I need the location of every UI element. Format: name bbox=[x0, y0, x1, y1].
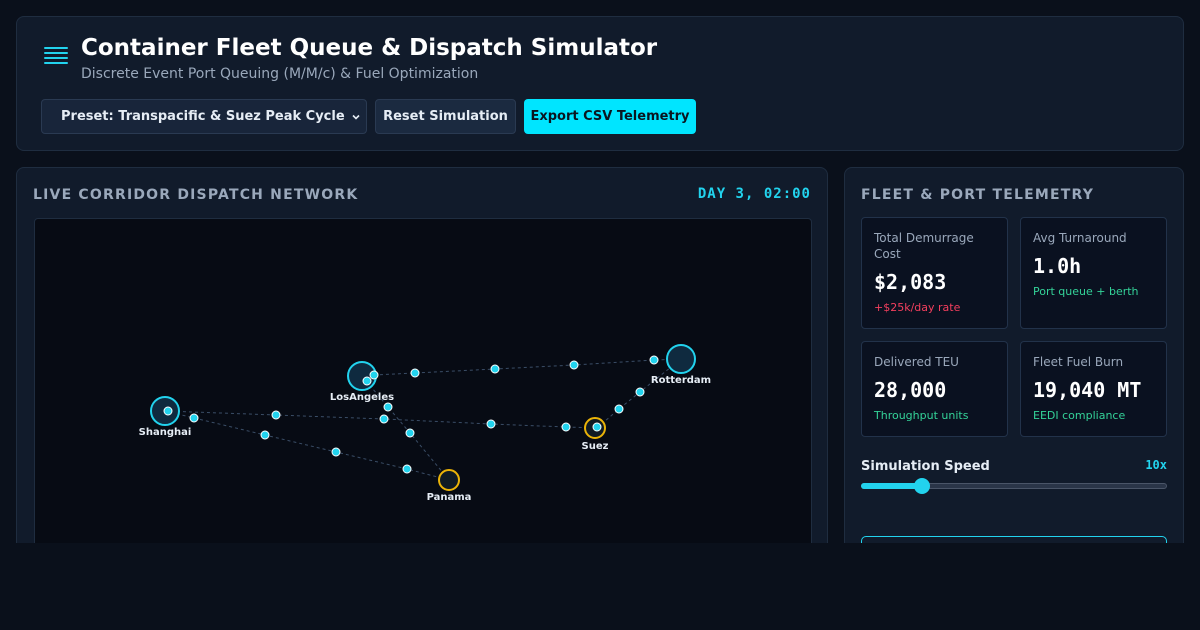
vessel-marker[interactable] bbox=[383, 402, 393, 412]
vessel-marker[interactable] bbox=[569, 360, 579, 370]
lane-la-rotterdam bbox=[361, 358, 682, 377]
card-label: Delivered TEU bbox=[874, 355, 959, 369]
vessel-marker[interactable] bbox=[331, 447, 341, 457]
page-title: Container Fleet Queue & Dispatch Simulat… bbox=[81, 35, 658, 61]
vessel-marker[interactable] bbox=[561, 422, 571, 432]
vessel-marker[interactable] bbox=[614, 404, 624, 414]
card-note: EEDI compliance bbox=[1033, 409, 1126, 422]
avg-turnaround-card: Avg Turnaround 1.0h Port queue + berth bbox=[1020, 217, 1167, 329]
chevron-down-icon bbox=[352, 114, 360, 120]
port-label-shanghai: Shanghai bbox=[139, 427, 192, 438]
page-subtitle: Discrete Event Port Queuing (M/M/c) & Fu… bbox=[81, 66, 479, 82]
export-csv-button[interactable]: Export CSV Telemetry bbox=[524, 99, 696, 134]
card-value: 19,040 MT bbox=[1033, 378, 1142, 402]
map-panel-title: LIVE CORRIDOR DISPATCH NETWORK bbox=[33, 187, 359, 203]
simulation-speed-slider[interactable] bbox=[861, 478, 1167, 494]
reset-simulation-button[interactable]: Reset Simulation bbox=[375, 99, 516, 134]
vessel-marker[interactable] bbox=[260, 430, 270, 440]
port-label-suez: Suez bbox=[582, 441, 609, 452]
card-note: Throughput units bbox=[874, 409, 969, 422]
port-los-angeles[interactable]: LosAngeles bbox=[330, 361, 394, 403]
viewport-cutoff bbox=[0, 543, 1200, 630]
preset-select[interactable]: Preset: Transpacific & Suez Peak Cycle bbox=[41, 99, 367, 134]
vessel-marker[interactable] bbox=[592, 422, 602, 432]
delivered-teu-card: Delivered TEU 28,000 Throughput units bbox=[861, 341, 1008, 437]
vessel-marker[interactable] bbox=[635, 387, 645, 397]
demurrage-cost-card: Total Demurrage Cost $2,083 +$25k/day ra… bbox=[861, 217, 1008, 329]
vessel-marker[interactable] bbox=[163, 406, 173, 416]
fuel-burn-card: Fleet Fuel Burn 19,040 MT EEDI complianc… bbox=[1020, 341, 1167, 437]
vessel-marker[interactable] bbox=[362, 376, 372, 386]
telemetry-panel-title: FLEET & PORT TELEMETRY bbox=[861, 187, 1095, 203]
vessel-marker[interactable] bbox=[402, 464, 412, 474]
vessel-marker[interactable] bbox=[649, 355, 659, 365]
slider-thumb[interactable] bbox=[914, 478, 931, 494]
port-label-los-angeles: LosAngeles bbox=[330, 392, 394, 403]
dispatch-network-panel: LIVE CORRIDOR DISPATCH NETWORK DAY 3, 02… bbox=[16, 167, 828, 567]
card-note: +$25k/day rate bbox=[874, 301, 961, 314]
port-label-rotterdam: Rotterdam bbox=[651, 375, 711, 386]
simulation-speed-value: 10x bbox=[1145, 458, 1167, 472]
vessel-marker[interactable] bbox=[490, 364, 500, 374]
port-rotterdam[interactable]: Rotterdam bbox=[651, 344, 711, 386]
app-header: Container Fleet Queue & Dispatch Simulat… bbox=[16, 16, 1184, 151]
port-panama[interactable]: Panama bbox=[427, 469, 472, 503]
vessel-marker[interactable] bbox=[379, 414, 389, 424]
vessel-marker[interactable] bbox=[410, 368, 420, 378]
card-value: 1.0h bbox=[1033, 254, 1082, 278]
slider-fill bbox=[861, 483, 923, 489]
preset-select-label: Preset: Transpacific & Suez Peak Cycle bbox=[61, 109, 345, 124]
card-value: 28,000 bbox=[874, 378, 947, 402]
card-note: Port queue + berth bbox=[1033, 285, 1139, 298]
vessel-marker[interactable] bbox=[369, 370, 379, 380]
menu-lines-icon bbox=[44, 47, 68, 67]
simulation-clock: DAY 3, 02:00 bbox=[697, 186, 811, 202]
card-value: $2,083 bbox=[874, 270, 947, 294]
vessel-marker[interactable] bbox=[486, 419, 496, 429]
vessel-marker[interactable] bbox=[271, 410, 281, 420]
telemetry-panel: FLEET & PORT TELEMETRY Total Demurrage C… bbox=[844, 167, 1184, 576]
vessel-marker[interactable] bbox=[405, 428, 415, 438]
port-label-panama: Panama bbox=[427, 492, 472, 503]
card-label: Fleet Fuel Burn bbox=[1033, 355, 1124, 369]
card-label: Avg Turnaround bbox=[1033, 231, 1127, 245]
vessel-marker[interactable] bbox=[189, 413, 199, 423]
simulation-speed-label: Simulation Speed bbox=[861, 459, 990, 474]
network-map[interactable]: Shanghai LosAngeles Rotterdam Suez Panam… bbox=[34, 218, 812, 558]
port-shanghai[interactable]: Shanghai bbox=[139, 396, 192, 438]
shipping-lanes bbox=[164, 358, 682, 481]
network-map-svg: Shanghai LosAngeles Rotterdam Suez Panam… bbox=[139, 344, 711, 503]
card-label: Total Demurrage Cost bbox=[874, 231, 974, 261]
vessel-markers bbox=[163, 355, 659, 474]
